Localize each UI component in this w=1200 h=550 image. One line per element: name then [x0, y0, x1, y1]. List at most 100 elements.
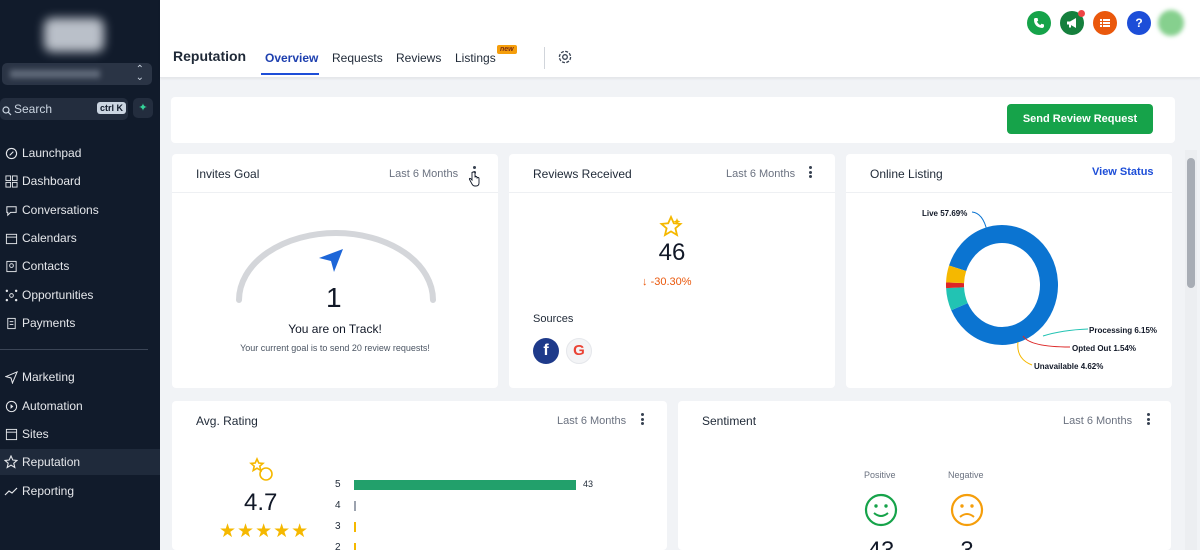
scrollbar-thumb[interactable] — [1187, 158, 1195, 288]
tab-requests[interactable]: Requests — [332, 51, 383, 65]
sidebar-item-label: Conversations — [22, 203, 99, 217]
rating-row-label-2: 2 — [335, 542, 341, 550]
more-options-button[interactable] — [637, 411, 647, 427]
chevron-updown-icon: ⌃ ⌄ — [135, 64, 144, 83]
sidebar-item-payments[interactable]: Payments — [0, 310, 160, 336]
sidebar-item-reputation[interactable]: Reputation — [0, 449, 160, 475]
online-listing-card: Online Listing View Status Live 57.69% P… — [846, 154, 1172, 388]
sidebar-item-opportunities[interactable]: Opportunities — [0, 282, 160, 308]
card-divider — [172, 192, 498, 193]
send-icon — [3, 369, 19, 385]
sidebar-item-reporting[interactable]: Reporting — [0, 478, 160, 504]
invites-count: 1 — [326, 282, 342, 313]
page-title: Reputation — [173, 48, 247, 64]
rating-row-label-4: 4 — [335, 500, 341, 511]
tab-reviews[interactable]: Reviews — [396, 51, 441, 65]
live-leader-line — [971, 211, 988, 232]
sidebar-item-marketing[interactable]: Marketing — [0, 364, 160, 390]
gear-icon[interactable] — [557, 49, 573, 70]
smile-icon — [864, 493, 898, 527]
ai-assistant-button[interactable]: ✦ — [133, 98, 153, 118]
megaphone-icon[interactable] — [1060, 10, 1085, 35]
rating-count-5: 43 — [583, 479, 594, 489]
automation-icon — [3, 398, 19, 414]
frown-icon — [950, 493, 984, 527]
help-icon[interactable]: ? — [1127, 11, 1151, 35]
search-label: Search — [14, 102, 53, 116]
sidebar-item-label: Reputation — [22, 455, 81, 469]
sidebar-item-conversations[interactable]: Conversations — [0, 197, 160, 223]
search-icon — [2, 103, 12, 121]
avatar[interactable] — [1158, 10, 1184, 36]
sites-icon — [3, 426, 19, 442]
card-title: Avg. Rating — [196, 414, 258, 428]
period-label: Last 6 Months — [726, 168, 796, 180]
donut-segment-3 — [946, 265, 967, 284]
period-label: Last 6 Months — [557, 415, 627, 427]
chat-icon — [3, 202, 19, 218]
search-shortcut: ctrl K — [96, 102, 126, 114]
sidebar-item-label: Payments — [22, 316, 76, 330]
invites-goal-card: Invites Goal Last 6 Months 1 You are on … — [172, 154, 498, 388]
arrow-down-icon: ↓ — [642, 276, 648, 288]
phone-icon[interactable] — [1027, 11, 1051, 35]
rating-row-label-5: 5 — [335, 479, 341, 490]
rating-bar-3 — [354, 522, 356, 532]
tab-separator — [544, 47, 545, 69]
sidebar-item-label: Opportunities — [22, 288, 94, 302]
send-review-request-button[interactable]: Send Review Request — [1007, 104, 1153, 134]
location-name — [10, 70, 100, 78]
sidebar-item-label: Reporting — [22, 484, 75, 498]
sidebar-item-label: Sites — [22, 427, 49, 441]
sidebar-divider — [0, 349, 148, 350]
more-options-button[interactable] — [805, 164, 815, 180]
card-divider — [509, 192, 835, 193]
reviews-count: 46 — [658, 239, 686, 266]
sidebar-item-label: Automation — [22, 399, 83, 413]
card-title: Online Listing — [870, 167, 943, 181]
trend-icon — [3, 483, 19, 499]
sidebar-item-label: Marketing — [22, 370, 75, 384]
new-badge: new — [497, 45, 517, 54]
sidebar-item-label: Dashboard — [22, 174, 81, 188]
sidebar-item-label: Launchpad — [22, 146, 82, 160]
avg-rating-card: Avg. Rating Last 6 Months 4.7 ★★★★★ 5 43… — [172, 401, 667, 550]
card-title: Reviews Received — [533, 167, 632, 181]
facebook-icon[interactable]: f — [533, 338, 559, 364]
reviews-star-icon — [659, 215, 683, 237]
contacts-icon — [3, 258, 19, 274]
live-label: Live 57.69% — [922, 209, 968, 218]
send-plane-icon — [319, 249, 343, 272]
more-options-button[interactable] — [1143, 411, 1153, 427]
sidebar-item-launchpad[interactable]: Launchpad — [0, 140, 160, 166]
sidebar-item-sites[interactable]: Sites — [0, 421, 160, 447]
card-divider — [846, 192, 1172, 193]
sidebar-item-dashboard[interactable]: Dashboard — [0, 168, 160, 194]
rating-badge-icon — [249, 457, 273, 481]
negative-label: Negative — [948, 470, 984, 480]
tab-listings[interactable]: Listings — [455, 51, 496, 65]
sidebar-item-calendars[interactable]: Calendars — [0, 225, 160, 251]
list-icon[interactable] — [1093, 11, 1117, 35]
donut-segment-1 — [946, 286, 968, 311]
sidebar-item-contacts[interactable]: Contacts — [0, 253, 160, 279]
rating-bar-5 — [354, 480, 576, 490]
company-logo[interactable] — [44, 18, 104, 52]
avg-rating-value: 4.7 — [244, 489, 278, 516]
notification-dot — [1078, 10, 1085, 17]
rating-row-label-3: 3 — [335, 521, 341, 532]
processing-label: Processing 6.15% — [1089, 326, 1158, 335]
rating-bar-4 — [354, 501, 356, 511]
goal-subtext: Your current goal is to send 20 review r… — [240, 343, 430, 353]
opted-out-label: Opted Out 1.54% — [1072, 344, 1137, 353]
negative-count: 3 — [950, 537, 984, 550]
search-input[interactable]: Search ctrl K — [0, 98, 128, 120]
view-status-link[interactable]: View Status — [1092, 166, 1154, 178]
sidebar-item-label: Contacts — [22, 259, 70, 273]
tab-overview[interactable]: Overview — [265, 51, 318, 65]
location-switcher[interactable]: ⌃ ⌄ — [2, 63, 152, 85]
opportunities-icon — [3, 287, 19, 303]
sidebar-item-automation[interactable]: Automation — [0, 393, 160, 419]
google-icon[interactable]: G — [566, 338, 592, 364]
active-tab-indicator — [261, 73, 319, 75]
